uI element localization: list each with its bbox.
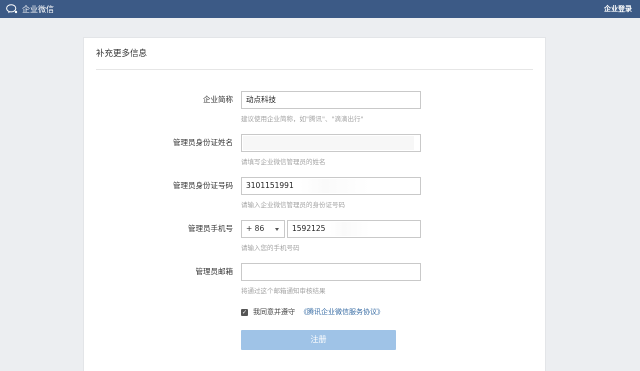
admin-email-input[interactable] (241, 263, 421, 281)
agreement-checkbox[interactable]: ✓ (241, 308, 248, 316)
chevron-down-icon (275, 228, 279, 231)
agreement-row: ✓ 我同意并遵守 《腾讯企业微信服务协议》 (241, 307, 384, 317)
company-label: 企业简称 (203, 95, 233, 104)
admin-email-label: 管理员邮箱 (195, 267, 234, 276)
country-code-select[interactable]: + 86 (241, 220, 285, 238)
agreement-text: 我同意并遵守 (253, 308, 295, 316)
page-title: 补充更多信息 (96, 49, 148, 59)
admin-phone-input[interactable]: 1592125 (287, 220, 421, 238)
enterprise-login-link[interactable]: 企业登录 (604, 4, 632, 14)
wecom-logo-icon (6, 4, 18, 14)
admin-email-hint: 将通过这个邮箱通知审核结果 (241, 287, 326, 295)
register-card: 补充更多信息 企业简称 动点科技 建议使用企业简称，如"腾讯"、"滴滴出行" 管… (83, 37, 546, 371)
brand[interactable]: 企业微信 (6, 4, 54, 15)
admin-phone-hint: 请输入您的手机号码 (241, 244, 300, 252)
agreement-link[interactable]: 《腾讯企业微信服务协议》 (300, 307, 384, 317)
admin-phone-value: 1592125 (292, 224, 326, 233)
company-value: 动点科技 (246, 95, 276, 104)
admin-name-input[interactable] (241, 134, 421, 152)
redaction-blur (243, 136, 414, 150)
company-input[interactable]: 动点科技 (241, 91, 421, 109)
admin-id-input[interactable]: 3101151991 (241, 177, 421, 195)
brand-name: 企业微信 (22, 4, 54, 14)
admin-name-hint: 请填写企业微信管理员的姓名 (241, 158, 326, 166)
redaction-blur (300, 179, 370, 193)
title-divider (96, 69, 533, 70)
admin-phone-label: 管理员手机号 (188, 224, 233, 233)
admin-id-hint: 请输入企业微信管理员的身份证号码 (241, 201, 345, 209)
top-bar: 企业微信 企业登录 (0, 0, 640, 18)
country-code-value: + 86 (246, 224, 265, 233)
admin-id-label: 管理员身份证号码 (173, 181, 233, 190)
company-hint: 建议使用企业简称，如"腾讯"、"滴滴出行" (241, 115, 364, 123)
admin-id-value: 3101151991 (246, 181, 294, 190)
register-button[interactable]: 注册 (241, 330, 396, 350)
admin-name-label: 管理员身份证姓名 (173, 138, 233, 147)
redaction-blur (330, 222, 370, 236)
